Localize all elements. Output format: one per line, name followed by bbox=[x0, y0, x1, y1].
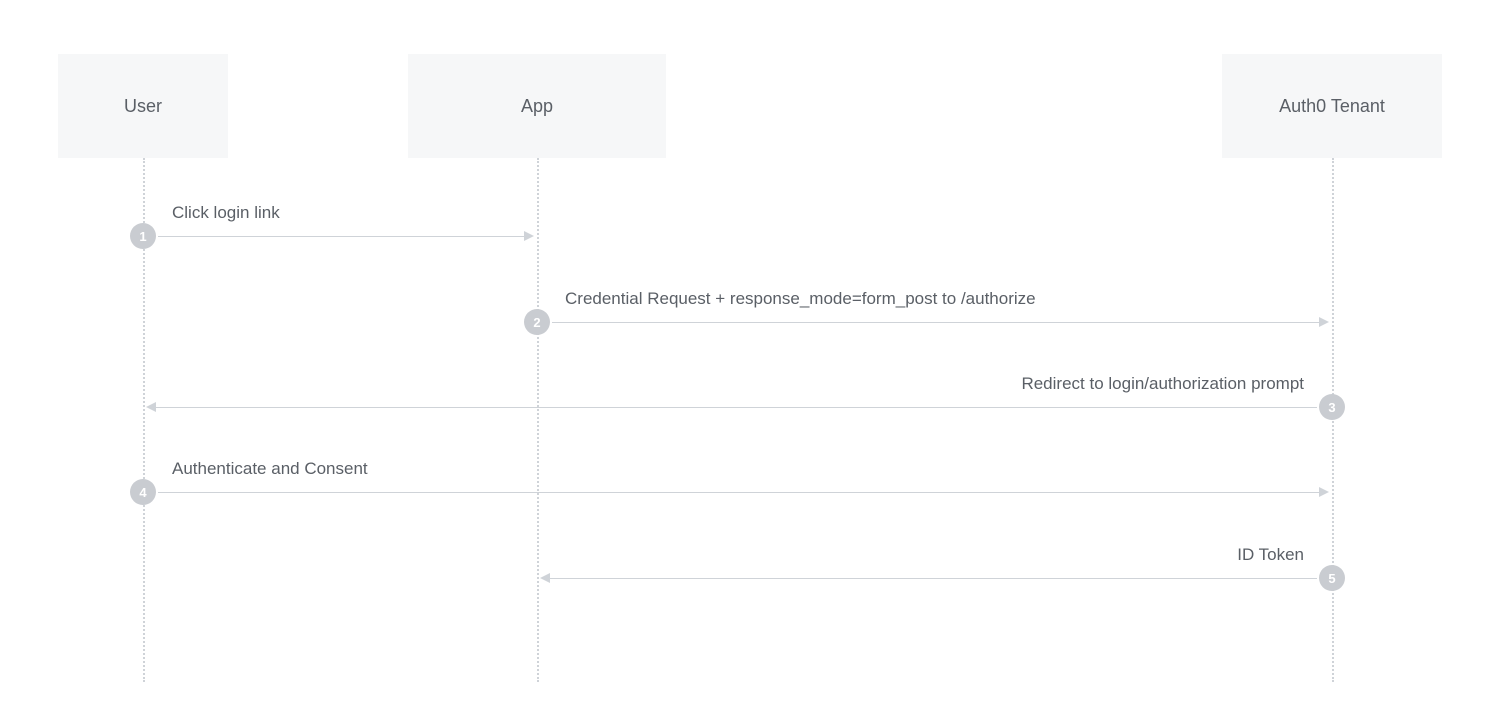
actor-user: User bbox=[58, 54, 228, 158]
step-2-circle: 2 bbox=[524, 309, 550, 335]
step-5-circle: 5 bbox=[1319, 565, 1345, 591]
lifeline-app bbox=[537, 158, 539, 682]
step-3-arrowhead-icon bbox=[146, 402, 156, 412]
lifeline-tenant bbox=[1332, 158, 1334, 682]
step-5-label: ID Token bbox=[1237, 545, 1304, 565]
step-5-num: 5 bbox=[1328, 571, 1335, 586]
step-2-arrowhead-icon bbox=[1319, 317, 1329, 327]
step-5-arrowhead-icon bbox=[540, 573, 550, 583]
actor-tenant-label: Auth0 Tenant bbox=[1279, 96, 1385, 117]
step-4-arrow bbox=[158, 492, 1319, 493]
step-3-label: Redirect to login/authorization prompt bbox=[1021, 374, 1304, 394]
actor-tenant: Auth0 Tenant bbox=[1222, 54, 1442, 158]
step-3-arrow bbox=[156, 407, 1317, 408]
step-1-label: Click login link bbox=[172, 203, 280, 223]
step-1-num: 1 bbox=[139, 229, 146, 244]
step-1-arrowhead-icon bbox=[524, 231, 534, 241]
step-1-circle: 1 bbox=[130, 223, 156, 249]
step-4-circle: 4 bbox=[130, 479, 156, 505]
actor-user-label: User bbox=[124, 96, 162, 117]
step-2-label: Credential Request + response_mode=form_… bbox=[565, 289, 1036, 309]
actor-app: App bbox=[408, 54, 666, 158]
step-4-arrowhead-icon bbox=[1319, 487, 1329, 497]
step-4-label: Authenticate and Consent bbox=[172, 459, 368, 479]
actor-app-label: App bbox=[521, 96, 553, 117]
step-2-arrow bbox=[552, 322, 1319, 323]
step-3-num: 3 bbox=[1328, 400, 1335, 415]
step-2-num: 2 bbox=[533, 315, 540, 330]
step-4-num: 4 bbox=[139, 485, 146, 500]
step-5-arrow bbox=[550, 578, 1317, 579]
step-3-circle: 3 bbox=[1319, 394, 1345, 420]
step-1-arrow bbox=[158, 236, 524, 237]
